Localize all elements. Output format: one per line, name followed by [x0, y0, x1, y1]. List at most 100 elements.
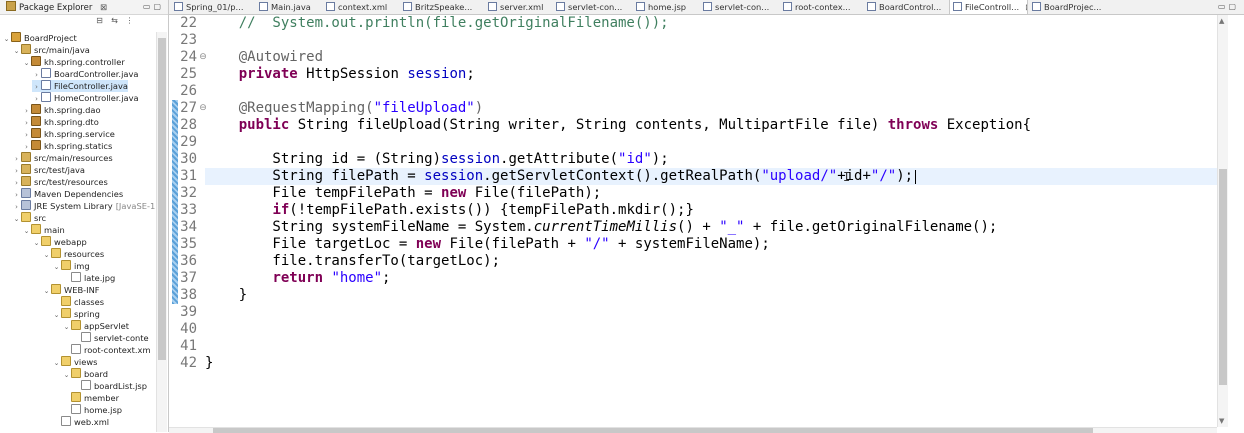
- code-line[interactable]: if(!tempFilePath.exists()) {tempFilePath…: [205, 202, 1217, 219]
- code-line[interactable]: }: [205, 355, 1217, 372]
- close-icon[interactable]: ⊠: [1025, 2, 1027, 12]
- tree-item[interactable]: › HomeController.java: [32, 92, 139, 104]
- tree-item[interactable]: ⌄ kh.spring.controller: [22, 56, 125, 68]
- explorer-scrollbar[interactable]: [156, 32, 167, 432]
- tree-item[interactable]: › BoardController.java: [32, 68, 138, 80]
- editor-tab[interactable]: servlet-con...: [553, 0, 628, 14]
- tree-item[interactable]: servlet-conte: [72, 332, 149, 344]
- code-line[interactable]: @Autowired: [205, 49, 1217, 66]
- tree-item[interactable]: › kh.spring.dto: [22, 116, 99, 128]
- code-line[interactable]: [205, 83, 1217, 100]
- package-explorer-tab[interactable]: Package Explorer ⊠: [2, 1, 111, 14]
- editor-vertical-scrollbar-thumb[interactable]: [1219, 169, 1227, 385]
- expanded-twisty-icon[interactable]: ⌄: [22, 57, 31, 69]
- expanded-twisty-icon[interactable]: ⌄: [22, 225, 31, 237]
- maximize-icon[interactable]: ▢: [1228, 2, 1239, 11]
- code-line[interactable]: return "home";: [205, 270, 1217, 287]
- tree-item[interactable]: member: [62, 392, 119, 404]
- editor-tab[interactable]: home.jsp: [633, 0, 696, 14]
- editor-horizontal-scrollbar-thumb[interactable]: [213, 428, 1093, 433]
- editor-tab-active[interactable]: FileControll... ⊠: [949, 0, 1028, 14]
- tree-item[interactable]: ⌄ appServlet: [62, 320, 129, 332]
- editor-tab[interactable]: Main.java: [256, 0, 319, 14]
- tree-item[interactable]: ⌄ main: [22, 224, 65, 236]
- minimize-icon[interactable]: ▭: [143, 2, 154, 11]
- scroll-down-icon[interactable]: ▼: [1219, 417, 1224, 425]
- tree-item[interactable]: ⌄ img: [52, 260, 90, 272]
- tree-item[interactable]: boardList.jsp: [72, 380, 147, 392]
- editor-tab[interactable]: BoardControl...: [864, 0, 945, 14]
- editor-tab[interactable]: BritzSpeake...: [400, 0, 481, 14]
- tree-item[interactable]: › Maven Dependencies: [12, 188, 123, 200]
- tree-item-selected[interactable]: › FileController.java: [32, 80, 128, 92]
- editor-window-controls[interactable]: ▭▢: [1218, 2, 1239, 11]
- tree-item[interactable]: › src/test/java: [12, 164, 85, 176]
- tree-item[interactable]: › src/main/resources: [12, 152, 113, 164]
- editor-tab[interactable]: Spring_01/p...: [171, 0, 252, 14]
- expanded-twisty-icon[interactable]: ⌄: [62, 369, 71, 381]
- expanded-twisty-icon[interactable]: ⌄: [52, 309, 61, 321]
- tree-item[interactable]: ⌄ src: [12, 212, 46, 224]
- view-window-controls[interactable]: ▭▢: [143, 2, 164, 11]
- code-line[interactable]: String id = (String)session.getAttribute…: [205, 151, 1217, 168]
- tree-item[interactable]: ⌄ src/main/java: [12, 44, 90, 56]
- tree-item[interactable]: root-context.xm: [62, 344, 151, 356]
- close-icon[interactable]: ⊠: [100, 3, 107, 13]
- editor-tab[interactable]: servlet-con...: [700, 0, 775, 14]
- code-line-current[interactable]: String filePath = session.getServletCont…: [205, 168, 1217, 185]
- minimize-icon[interactable]: ▭: [1218, 2, 1229, 11]
- code-line[interactable]: [205, 338, 1217, 355]
- collapse-all-icon[interactable]: ⊟: [95, 16, 104, 25]
- editor-tab[interactable]: BoardProjec...: [1029, 0, 1106, 14]
- editor-tab[interactable]: context.xml: [323, 0, 396, 14]
- code-line[interactable]: public String fileUpload(String writer, …: [205, 117, 1217, 134]
- expanded-twisty-icon[interactable]: ⌄: [12, 45, 21, 57]
- code-editor[interactable]: 22 23 24 ⊖ 25 26 27 ⊖ 28 29 30 31 32 33 34 35 36 37 38 39 40…: [169, 15, 1217, 427]
- code-line[interactable]: File tempFilePath = new File(filePath);: [205, 185, 1217, 202]
- tree-item[interactable]: late.jpg: [62, 272, 115, 284]
- editor-tab[interactable]: root-contex...: [780, 0, 859, 14]
- expanded-twisty-icon[interactable]: ⌄: [42, 249, 51, 261]
- expanded-twisty-icon[interactable]: ⌄: [32, 237, 41, 249]
- expanded-twisty-icon[interactable]: ⌄: [12, 213, 21, 225]
- tree-item[interactable]: › kh.spring.service: [22, 128, 115, 140]
- tree-item[interactable]: › src/test/resources: [12, 176, 108, 188]
- tree-item[interactable]: home.jsp: [62, 404, 122, 416]
- maximize-icon[interactable]: ▢: [153, 2, 164, 11]
- tree-item[interactable]: ⌄ webapp: [32, 236, 87, 248]
- code-line[interactable]: File targetLoc = new File(filePath + "/"…: [205, 236, 1217, 253]
- code-line[interactable]: @RequestMapping("fileUpload"): [205, 100, 1217, 117]
- tree-item[interactable]: ⌄ spring: [52, 308, 100, 320]
- explorer-scrollbar-thumb[interactable]: [158, 38, 166, 360]
- tree-item[interactable]: ⌄ BoardProject: [2, 32, 77, 44]
- tree-item[interactable]: ⌄ resources: [42, 248, 104, 260]
- tree-item[interactable]: › kh.spring.statics: [22, 140, 112, 152]
- code-line[interactable]: [205, 304, 1217, 321]
- code-line[interactable]: [205, 321, 1217, 338]
- tree-item[interactable]: classes: [52, 296, 104, 308]
- code-line[interactable]: String systemFileName = System.currentTi…: [205, 219, 1217, 236]
- editor-tab[interactable]: server.xml: [485, 0, 548, 14]
- expanded-twisty-icon[interactable]: ⌄: [52, 261, 61, 273]
- link-with-editor-icon[interactable]: ⇆: [110, 16, 119, 25]
- tree-item[interactable]: ⌄ board: [62, 368, 108, 380]
- code-line[interactable]: file.transferTo(targetLoc);: [205, 253, 1217, 270]
- expanded-twisty-icon[interactable]: ⌄: [2, 33, 11, 45]
- code-line[interactable]: // System.out.println(file.getOriginalFi…: [205, 15, 1217, 32]
- expanded-twisty-icon[interactable]: ⌄: [52, 357, 61, 369]
- expanded-twisty-icon[interactable]: ⌄: [62, 321, 71, 333]
- tree-item[interactable]: › kh.spring.dao: [22, 104, 101, 116]
- expanded-twisty-icon[interactable]: ⌄: [42, 285, 51, 297]
- tree-item[interactable]: ⌄ views: [52, 356, 97, 368]
- tree-item[interactable]: web.xml: [52, 416, 109, 428]
- code-line[interactable]: [205, 32, 1217, 49]
- editor-horizontal-scrollbar[interactable]: [169, 427, 1217, 433]
- tree-item[interactable]: › JRE System Library [JavaSE-1.8: [12, 200, 163, 212]
- code-line[interactable]: [205, 134, 1217, 151]
- view-menu-icon[interactable]: ⋮: [125, 16, 134, 25]
- code-line[interactable]: private HttpSession session;: [205, 66, 1217, 83]
- scroll-up-icon[interactable]: ▲: [1219, 17, 1224, 25]
- editor-vertical-scrollbar[interactable]: ▲ ▼: [1217, 15, 1228, 427]
- tree-item[interactable]: ⌄ WEB-INF: [42, 284, 100, 296]
- code-line[interactable]: }: [205, 287, 1217, 304]
